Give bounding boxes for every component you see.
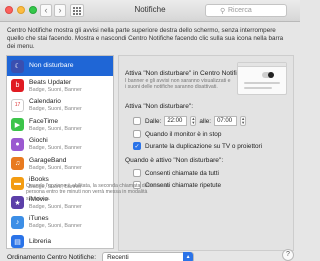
game-center-icon: ●: [11, 137, 24, 151]
dnd-schedule-heading: Attiva "Non disturbare":: [125, 103, 194, 110]
dnd-calls-heading: Quando è attivo "Non disturbare":: [125, 157, 224, 164]
to-label: alle:: [199, 117, 212, 125]
sort-row: Ordinamento Centro Notifiche: Recenti ▲: [7, 252, 195, 261]
allow-calls-all-checkbox[interactable]: [133, 169, 141, 177]
allow-all-row[interactable]: Consenti chiamate da tutti: [133, 169, 219, 177]
allow-calls-all-label: Consenti chiamate da tutti: [145, 169, 219, 177]
app-alert-style: Badge, Suoni, Banner: [29, 86, 82, 93]
book-icon: ▬: [11, 176, 24, 190]
help-button[interactable]: ?: [282, 249, 294, 261]
dnd-preview-image: [237, 62, 287, 95]
monitor-sleep-row[interactable]: Quando il monitor è in stop: [133, 130, 221, 138]
app-list-item[interactable]: ● Giochi Badge, Suoni, Banner: [7, 135, 113, 155]
app-name: Giochi: [29, 137, 48, 145]
dnd-description: I banner e gli avvisi non saranno visual…: [125, 78, 231, 91]
app-list-item[interactable]: 17 Calendario Badge, Suoni, Banner: [7, 96, 113, 116]
app-list-item[interactable]: ☾ Non disturbare: [7, 56, 113, 76]
beats-icon: b: [11, 79, 24, 93]
app-alert-style: Badge, Suoni, Banner: [29, 145, 82, 152]
search-field[interactable]: ⚲ Ricerca: [205, 4, 287, 17]
search-icon: ⚲: [220, 8, 226, 15]
app-name: Calendario: [29, 98, 61, 106]
mirroring-checkbox[interactable]: ✓: [133, 142, 141, 150]
to-time-field[interactable]: 07:00: [214, 116, 238, 126]
guitar-icon: ♫: [11, 157, 24, 171]
app-name: Non disturbare: [29, 62, 74, 69]
app-name: Beats Updater: [29, 78, 72, 86]
sort-value: Recenti: [107, 254, 129, 261]
app-name: FaceTime: [29, 117, 59, 125]
do-not-disturb-panel: Attiva "Non disturbare" in Centro Notifi…: [118, 55, 294, 251]
facetime-icon: ▶: [11, 118, 24, 132]
monitor-sleep-label: Quando il monitor è in stop: [145, 130, 222, 138]
app-name: Libreria: [29, 237, 51, 245]
repeat-calls-note: Quando l'opzione è abilitata, la seconda…: [26, 183, 170, 202]
app-list-item[interactable]: ♪ iTunes Badge, Suoni, Banner: [7, 213, 113, 233]
from-time-field[interactable]: 22:00: [164, 116, 188, 126]
library-icon: ▤: [11, 235, 24, 248]
app-alert-style: Badge, Suoni, Banner: [29, 106, 82, 113]
monitor-sleep-checkbox[interactable]: [133, 130, 141, 138]
star-icon: ★: [11, 196, 24, 210]
to-time-stepper[interactable]: ▲ ▼: [240, 116, 247, 126]
app-alert-style: Badge, Suoni, Banner: [29, 223, 82, 230]
app-alert-style: Badge, Suoni, Banner: [29, 203, 82, 210]
mirroring-row[interactable]: ✓ Durante la duplicazione su TV o proiet…: [133, 142, 262, 150]
app-alert-style: Badge, Suoni, Banner: [29, 125, 82, 132]
chevron-updown-icon: ▲: [183, 252, 194, 261]
app-name: iTunes: [29, 215, 49, 223]
calendar-icon: 17: [11, 98, 24, 112]
sort-label: Ordinamento Centro Notifiche:: [7, 254, 97, 261]
sort-select[interactable]: Recenti ▲: [102, 252, 195, 261]
moon-icon: ☾: [11, 59, 24, 73]
title-bar: ‹ › Notifiche ⚲ Ricerca: [0, 0, 300, 22]
from-checkbox[interactable]: [133, 117, 141, 125]
app-list-item[interactable]: ▤ Libreria: [7, 232, 113, 248]
app-list-item[interactable]: ▶ FaceTime Badge, Suoni, Banner: [7, 115, 113, 135]
schedule-row: Dalle: 22:00 ▲ ▼ alle: 07:00 ▲ ▼: [133, 116, 249, 126]
dnd-title: Attiva "Non disturbare" in Centro Notifi…: [125, 70, 248, 77]
music-note-icon: ♪: [11, 215, 24, 229]
notification-center-description: Centro Notifiche mostra gli avvisi nella…: [7, 27, 284, 50]
app-alert-style: Badge, Suoni, Banner: [29, 164, 82, 171]
app-name: GarageBand: [29, 156, 67, 164]
from-label: Dalle:: [145, 117, 162, 125]
app-list-item[interactable]: b Beats Updater Badge, Suoni, Banner: [7, 76, 113, 96]
app-list[interactable]: ☾ Non disturbare b Beats Updater Badge, Suon…: [6, 55, 114, 249]
mirroring-label: Durante la duplicazione su TV o proietto…: [145, 142, 263, 150]
from-time-stepper[interactable]: ▲ ▼: [190, 116, 197, 126]
search-placeholder: Ricerca: [228, 7, 252, 14]
app-list-item[interactable]: ♫ GarageBand Badge, Suoni, Banner: [7, 154, 113, 174]
